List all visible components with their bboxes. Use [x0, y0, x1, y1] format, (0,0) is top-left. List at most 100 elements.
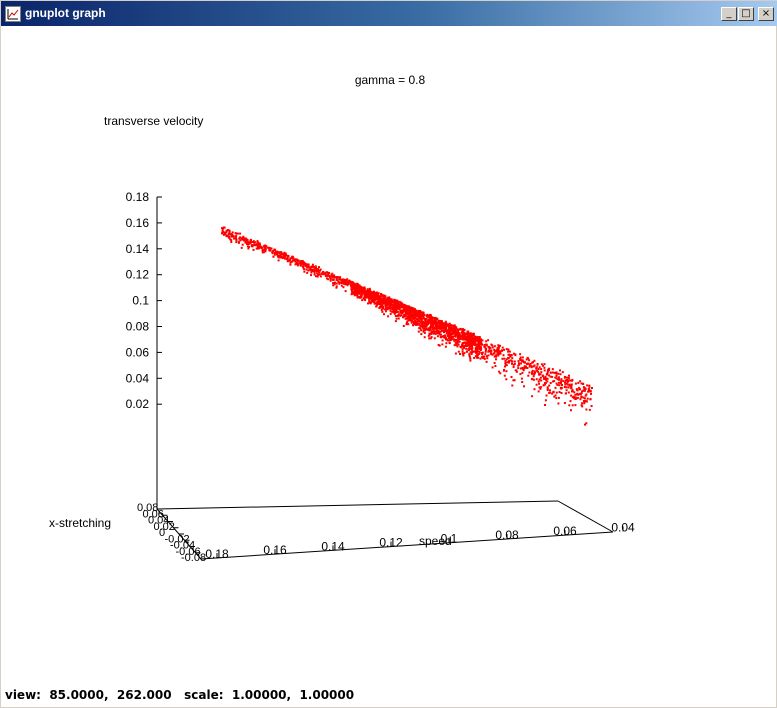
- scatter-point: [297, 262, 300, 265]
- scatter-point: [425, 315, 428, 318]
- scatter-point: [455, 327, 458, 330]
- scatter-point: [324, 274, 327, 277]
- gnuplot-window: gnuplot graph _ □ × gamma = 0.8 transver…: [0, 0, 777, 708]
- scatter-point: [462, 354, 465, 357]
- scatter-point: [505, 370, 508, 373]
- scatter-point: [464, 338, 467, 341]
- scatter-point: [338, 282, 341, 285]
- scatter-point: [430, 325, 433, 328]
- scatter-point: [361, 290, 364, 292]
- scatter-point: [457, 336, 460, 339]
- close-button[interactable]: ×: [758, 7, 774, 21]
- scatter-point: [558, 384, 561, 387]
- scatter-point: [414, 322, 416, 325]
- scatter-point: [517, 367, 520, 370]
- scatter-point: [568, 384, 571, 387]
- scatter-point: [233, 237, 236, 240]
- scatter-point: [453, 329, 455, 332]
- scatter-point: [369, 289, 372, 292]
- scatter-point: [287, 259, 290, 262]
- scatter-point: [586, 397, 589, 400]
- scatter-point: [571, 404, 574, 407]
- scatter-point: [403, 313, 406, 316]
- scatter-point: [310, 265, 313, 268]
- scatter-point: [445, 326, 448, 329]
- scatter-point: [511, 357, 514, 360]
- scatter-point: [235, 239, 238, 242]
- scatter-point: [322, 273, 325, 276]
- scatter-point: [383, 313, 385, 316]
- scatter-point: [511, 384, 514, 387]
- scatter-point: [533, 370, 536, 373]
- scatter-point: [367, 302, 369, 305]
- scatter-point: [221, 232, 223, 235]
- scatter-point: [410, 321, 413, 324]
- scatter-point: [428, 321, 431, 324]
- scatter-point: [438, 344, 441, 347]
- scatter-point: [256, 244, 259, 247]
- scatter-point: [421, 311, 424, 314]
- plot-canvas[interactable]: gamma = 0.8 transverse velocity 0.18 0.16…: [1, 26, 776, 686]
- scatter-point: [561, 384, 563, 386]
- scatter-point: [555, 397, 558, 400]
- scatter-point: [399, 310, 402, 312]
- scatter-point: [279, 254, 282, 257]
- z-tick-label: 0.04: [126, 371, 150, 385]
- maximize-icon: □: [741, 8, 751, 19]
- x-tick-label: 0.18: [205, 547, 229, 561]
- scatter-point: [546, 377, 549, 380]
- scatter-point: [470, 353, 473, 355]
- scatter-point: [495, 358, 497, 361]
- scatter-point: [548, 369, 550, 372]
- scatter-point: [543, 363, 546, 366]
- scatter-point: [499, 344, 501, 347]
- scatter-point: [495, 349, 498, 352]
- scatter-point: [555, 391, 558, 394]
- maximize-button[interactable]: □: [738, 7, 754, 21]
- scatter-point: [278, 251, 281, 254]
- app-icon[interactable]: [5, 6, 21, 22]
- scatter-point: [304, 262, 306, 265]
- scatter-point: [418, 323, 421, 326]
- scatter-point: [519, 353, 522, 356]
- scatter-point: [455, 334, 458, 337]
- scatter-point: [354, 290, 357, 293]
- scatter-point: [428, 337, 431, 340]
- minimize-button[interactable]: _: [721, 7, 737, 21]
- scatter-point: [561, 371, 564, 374]
- scatter-point: [305, 268, 308, 271]
- scatter-point: [375, 293, 378, 295]
- scatter-point: [485, 360, 488, 363]
- scatter-point: [418, 314, 421, 317]
- scatter-point: [468, 338, 471, 341]
- x-axis-label: speed: [419, 534, 452, 548]
- scatter-point: [521, 356, 524, 359]
- scatter-point: [302, 264, 305, 267]
- scatter-point: [286, 255, 289, 258]
- scatter-point: [420, 333, 423, 336]
- scatter-point: [367, 291, 370, 294]
- scatter-point: [445, 329, 448, 332]
- scatter-point: [588, 408, 591, 411]
- scatter-point: [419, 327, 422, 330]
- scatter-point: [483, 344, 486, 346]
- scatter-point: [588, 390, 590, 392]
- scatter-point: [276, 253, 278, 256]
- scatter-point: [340, 278, 343, 281]
- scatter-point: [433, 318, 436, 321]
- scatter-point: [439, 336, 442, 338]
- scatter-point: [580, 396, 583, 399]
- scatter-point: [535, 366, 538, 369]
- scatter-point: [579, 398, 582, 401]
- scatter-point: [578, 386, 581, 389]
- scatter-point: [356, 292, 359, 295]
- scatter-point: [463, 347, 465, 349]
- scatter-point: [420, 319, 423, 322]
- scatter-point: [425, 317, 428, 320]
- title-bar[interactable]: gnuplot graph _ □ ×: [1, 1, 777, 26]
- scatter-point: [478, 345, 481, 348]
- scatter-point: [361, 299, 364, 302]
- scatter-point: [531, 361, 534, 364]
- y-axis-ticks: 0.080.060.040.020-0.02-0.04-0.06-0.08: [137, 502, 206, 564]
- scatter-point: [423, 314, 426, 317]
